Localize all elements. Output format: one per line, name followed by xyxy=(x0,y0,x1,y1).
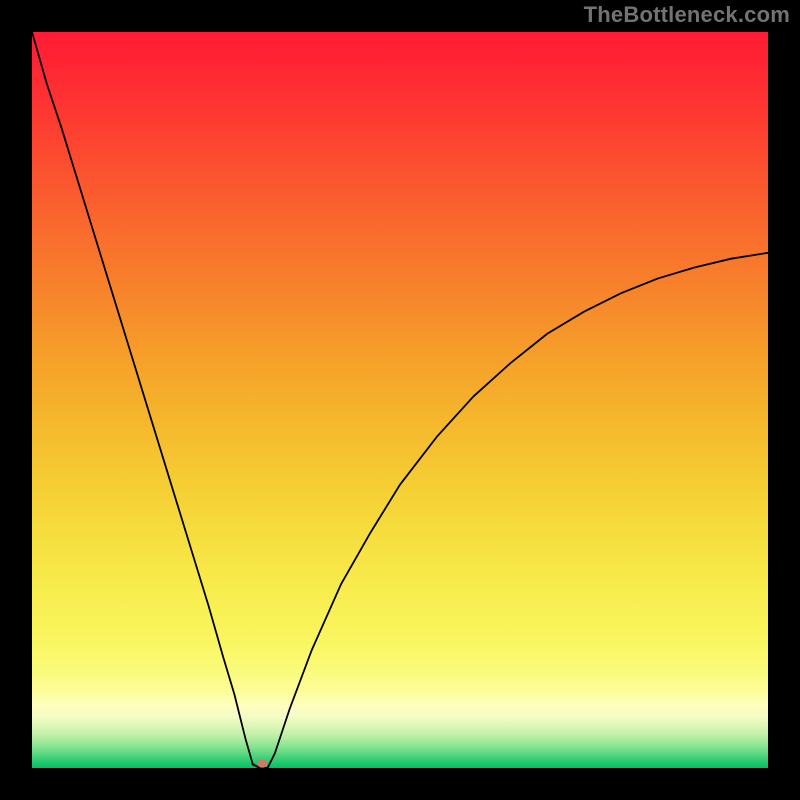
curve-minimum-marker xyxy=(257,759,268,767)
plot-background xyxy=(32,32,768,768)
chart-svg xyxy=(32,32,768,768)
plot-area xyxy=(32,32,768,768)
chart-frame: TheBottleneck.com xyxy=(0,0,800,800)
watermark-label: TheBottleneck.com xyxy=(584,2,790,28)
